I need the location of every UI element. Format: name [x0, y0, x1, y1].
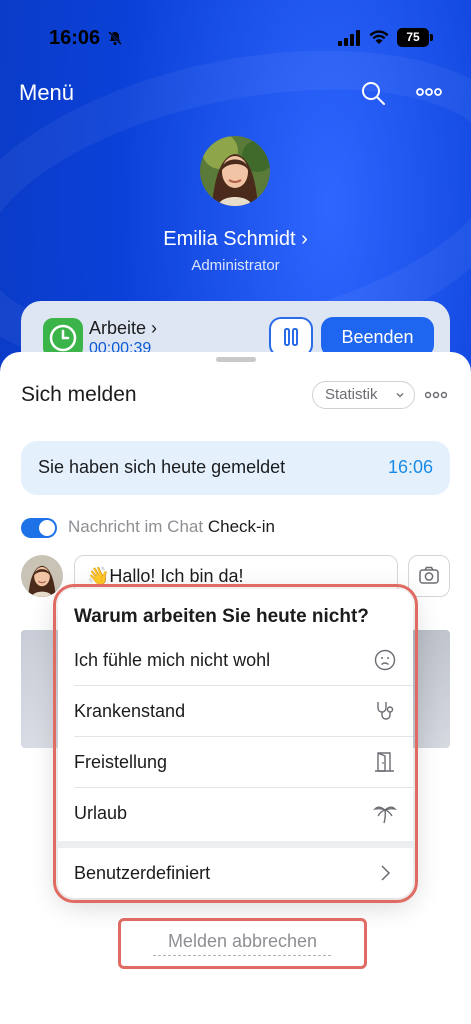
- battery-level: 75: [397, 28, 429, 47]
- popover-title: Warum arbeiten Sie heute nicht?: [74, 606, 369, 627]
- sheet-title: Sich melden: [21, 383, 137, 406]
- chevron-down-icon: [396, 393, 404, 398]
- cellular-signal-icon: [338, 30, 360, 46]
- door-icon: [375, 752, 394, 772]
- end-work-button[interactable]: Beenden: [321, 317, 434, 357]
- profile-role: Administrator: [191, 257, 280, 274]
- work-status-label[interactable]: Arbeite ›: [89, 318, 157, 339]
- reason-item-custom[interactable]: Benutzerdefiniert: [58, 848, 413, 898]
- more-options-icon[interactable]: [425, 390, 447, 400]
- search-icon[interactable]: [360, 80, 386, 106]
- reason-item-unwell[interactable]: Ich fühle mich nicht wohl: [58, 635, 413, 686]
- status-time: 16:06: [49, 27, 101, 49]
- camera-button[interactable]: [408, 555, 450, 597]
- sad-face-icon: [374, 649, 396, 671]
- checked-in-text: Sie haben sich heute gemeldet: [38, 457, 286, 477]
- avatar: [21, 555, 63, 597]
- checked-in-time: 16:06: [387, 457, 433, 477]
- chat-toggle-label: Nachricht im Chat Check-in: [68, 517, 275, 536]
- chevron-right-icon: [381, 865, 391, 881]
- more-options-icon[interactable]: [416, 86, 442, 98]
- cancel-check-in-button[interactable]: Melden abbrechen: [118, 918, 367, 969]
- reason-item-sick-leave[interactable]: Krankenstand: [58, 686, 413, 737]
- sheet-grabber[interactable]: [216, 357, 256, 362]
- popover-divider: [58, 841, 413, 848]
- reason-popover: Warum arbeiten Sie heute nicht? Ich fühl…: [53, 584, 418, 903]
- reason-item-time-off[interactable]: Freistellung: [58, 737, 413, 788]
- reason-item-vacation[interactable]: Urlaub: [58, 788, 413, 839]
- chevron-right-icon: ›: [301, 228, 308, 250]
- checked-in-banner: Sie haben sich heute gemeldet 16:06: [21, 441, 450, 495]
- stethoscope-icon: [377, 702, 394, 720]
- page-title: Menü: [19, 80, 75, 105]
- wifi-icon: [369, 30, 389, 44]
- profile-name[interactable]: Emilia Schmidt ›: [0, 228, 471, 251]
- statistics-dropdown[interactable]: Statistik: [312, 381, 415, 409]
- status-bar: 16:06 75: [0, 0, 471, 76]
- chat-message-toggle[interactable]: [21, 518, 57, 538]
- avatar[interactable]: [200, 136, 270, 206]
- bell-muted-icon: [108, 31, 122, 45]
- pause-button[interactable]: [269, 317, 313, 357]
- camera-icon: [419, 566, 439, 584]
- palm-tree-icon: [373, 806, 397, 824]
- pause-icon: [284, 328, 298, 346]
